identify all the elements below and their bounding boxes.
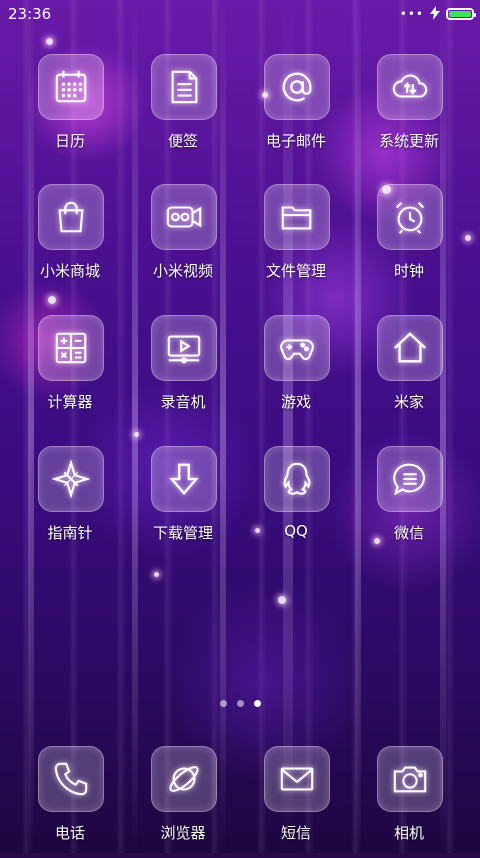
sparkle (278, 596, 286, 604)
app-clock[interactable]: 时钟 (359, 184, 459, 296)
download-arrow-icon (151, 446, 217, 512)
calendar-icon (38, 54, 104, 120)
app-label: 米家 (393, 393, 424, 411)
battery-icon (446, 8, 476, 20)
app-system-update[interactable]: 系统更新 (359, 54, 459, 166)
app-label: 电话 (54, 824, 85, 842)
sparkle (154, 572, 159, 577)
alarm-clock-icon (377, 184, 443, 250)
app-mi-home[interactable]: 米家 (359, 315, 459, 427)
gamepad-icon (264, 315, 330, 381)
envelope-icon (264, 746, 330, 812)
app-wechat[interactable]: 微信 (359, 446, 459, 558)
dock-app-browser[interactable]: 浏览器 (133, 746, 233, 858)
app-label: 日历 (54, 132, 85, 150)
app-download-manager[interactable]: 下载管理 (133, 446, 233, 558)
chat-bubble-icon (377, 446, 443, 512)
dock-app-phone[interactable]: 电话 (20, 746, 120, 858)
app-label: 系统更新 (378, 132, 439, 150)
browser-planet-icon (151, 746, 217, 812)
battery-fill (449, 11, 471, 17)
app-label: 游戏 (280, 393, 311, 411)
dock-app-camera[interactable]: 相机 (359, 746, 459, 858)
status-time: 23:36 (8, 5, 52, 23)
page-dot-active[interactable] (253, 700, 261, 707)
email-at-icon (264, 54, 330, 120)
app-compass[interactable]: 指南针 (20, 446, 120, 558)
page-dot[interactable] (219, 700, 227, 707)
app-label: 微信 (393, 524, 424, 542)
phone-icon (38, 746, 104, 812)
app-label: 计算器 (47, 393, 93, 411)
sparkle (48, 296, 56, 304)
dock-app-messages[interactable]: 短信 (246, 746, 346, 858)
folder-icon (264, 184, 330, 250)
app-email[interactable]: 电子邮件 (246, 54, 346, 166)
app-calendar[interactable]: 日历 (20, 54, 120, 166)
calculator-icon (38, 315, 104, 381)
app-label: QQ (284, 522, 308, 540)
page-dot[interactable] (236, 700, 244, 707)
lightning-icon (430, 5, 440, 24)
app-mi-video[interactable]: 小米视频 (133, 184, 233, 296)
app-file-manager[interactable]: 文件管理 (246, 184, 346, 296)
app-mi-store[interactable]: 小米商城 (20, 184, 120, 296)
app-label: 小米视频 (152, 262, 213, 280)
qq-penguin-icon (264, 446, 330, 512)
home-icon (377, 315, 443, 381)
app-calculator[interactable]: 计算器 (20, 315, 120, 427)
app-label: 下载管理 (152, 524, 213, 542)
app-label: 文件管理 (265, 262, 326, 280)
app-qq[interactable]: QQ (246, 446, 346, 558)
status-icons: ••• (399, 5, 476, 24)
cloud-upload-icon (377, 54, 443, 120)
app-label: 便签 (167, 132, 198, 150)
video-camera-icon (151, 184, 217, 250)
camera-icon (377, 746, 443, 812)
app-label: 指南针 (47, 524, 93, 542)
app-label: 小米商城 (39, 262, 100, 280)
app-label: 浏览器 (160, 824, 206, 842)
recorder-icon (151, 315, 217, 381)
sparkle (465, 235, 471, 241)
app-label: 时钟 (393, 262, 424, 280)
notification-dots: ••• (399, 7, 424, 21)
app-label: 相机 (393, 824, 424, 842)
page-indicator[interactable] (0, 700, 480, 707)
app-label: 电子邮件 (265, 132, 326, 150)
sparkle (134, 432, 139, 437)
app-label: 短信 (280, 824, 311, 842)
app-label: 录音机 (160, 393, 206, 411)
notes-icon (151, 54, 217, 120)
sparkle (46, 38, 53, 45)
compass-icon (38, 446, 104, 512)
shopping-bag-icon (38, 184, 104, 250)
app-notes[interactable]: 便签 (133, 54, 233, 166)
status-bar: 23:36 ••• (0, 0, 480, 28)
app-recorder[interactable]: 录音机 (133, 315, 233, 427)
app-games[interactable]: 游戏 (246, 315, 346, 427)
